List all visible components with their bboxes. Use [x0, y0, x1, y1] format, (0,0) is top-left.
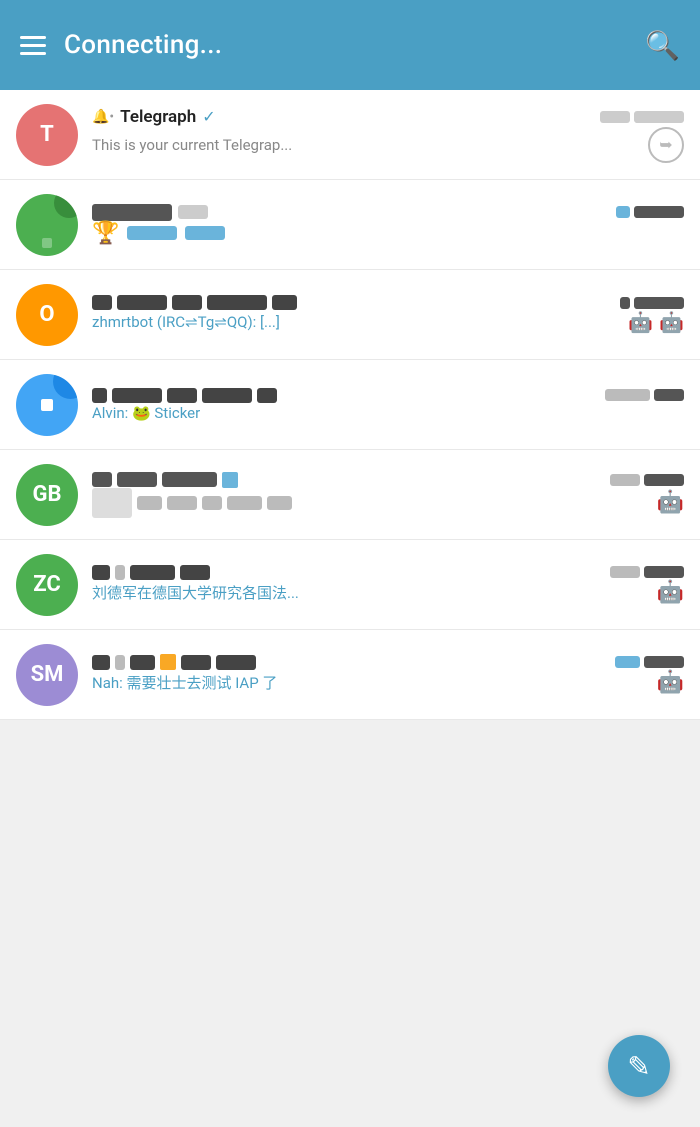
- header-left: Connecting...: [20, 30, 222, 60]
- compose-icon: ✎: [627, 1050, 650, 1083]
- chat-content-4: Alvin: 🐸 Sticker: [92, 388, 684, 422]
- forward-button[interactable]: ➥: [648, 127, 684, 163]
- blur-7e: [216, 655, 256, 670]
- chat-name-blurred-2b: [178, 205, 208, 219]
- compose-fab[interactable]: ✎: [608, 1035, 670, 1097]
- chat-item-2[interactable]: 🏆: [0, 180, 700, 270]
- avatar-3: O: [16, 284, 78, 346]
- blur-6a: [92, 565, 110, 580]
- chat-preview-7: Nah: 需要壮士去测试 IAP 了: [92, 672, 277, 693]
- blur-4b: [112, 388, 162, 403]
- avatar-4: [16, 374, 78, 436]
- avatar-6: ZC: [16, 554, 78, 616]
- blur-7c: [130, 655, 155, 670]
- chat-item-4[interactable]: Alvin: 🐸 Sticker: [0, 360, 700, 450]
- blur-4e: [257, 388, 277, 403]
- chat-content-2: 🏆: [92, 204, 684, 246]
- blur-5a: [92, 472, 112, 487]
- avatar-5: GB: [16, 464, 78, 526]
- blur-5e: [137, 496, 162, 510]
- chat-item-6[interactable]: ZC 刘德军在德: [0, 540, 700, 630]
- bot-icon-6: 🤖: [657, 580, 684, 605]
- muted-icon: 🔔•: [92, 109, 114, 125]
- chat-meta-3: [620, 297, 684, 309]
- chat-content-7: Nah: 需要壮士去测试 IAP 了 🤖: [92, 654, 684, 695]
- chat-content-telegraph: 🔔• Telegraph ✓ This is your current Tele…: [92, 107, 684, 163]
- blur-3d: [207, 295, 267, 310]
- blur-5d: [222, 472, 238, 488]
- chat-preview-telegraph: This is your current Telegrap...: [92, 136, 292, 154]
- blur-4c: [167, 388, 197, 403]
- chat-meta-4: [605, 389, 684, 401]
- blur-4d: [202, 388, 252, 403]
- blur-6c: [130, 565, 175, 580]
- flag-icon-7: [160, 654, 176, 670]
- blur-7b: [115, 655, 125, 670]
- blur-5i: [267, 496, 292, 510]
- chat-item-3[interactable]: O: [0, 270, 700, 360]
- avatar-4-inner: [41, 399, 53, 411]
- chat-preview-6: 刘德军在德国大学研究各国法...: [92, 582, 299, 603]
- avatar-7: SM: [16, 644, 78, 706]
- chat-name-blurred-2: [92, 204, 172, 221]
- blur-3a: [92, 295, 112, 310]
- bot-icon-7: 🤖: [657, 670, 684, 695]
- bot-icon-3: 🤖: [628, 310, 653, 334]
- blur-3b: [117, 295, 167, 310]
- blur-7d: [181, 655, 211, 670]
- blur-6d: [180, 565, 210, 580]
- preview-blur-2a: [127, 226, 177, 240]
- blur-6b: [115, 565, 125, 580]
- preview-thumb-5: [92, 488, 132, 518]
- chat-content-6: 刘德军在德国大学研究各国法... 🤖: [92, 565, 684, 605]
- blur-5g: [202, 496, 222, 510]
- chat-meta-telegraph: [600, 111, 684, 123]
- menu-button[interactable]: [20, 36, 46, 55]
- blur-3e: [272, 295, 297, 310]
- search-button[interactable]: 🔍: [645, 29, 680, 62]
- emoji-preview-2: 🏆: [92, 221, 119, 246]
- chat-meta-5: [610, 474, 684, 486]
- chat-content-3: zhmrtbot (IRC⇌Tg⇌QQ): [...] 🤖 🤖: [92, 295, 684, 334]
- blur-7a: [92, 655, 110, 670]
- blur-3c: [172, 295, 202, 310]
- chat-meta-2: [616, 206, 684, 218]
- chat-meta-6: [610, 566, 684, 578]
- chat-preview-4: Alvin: 🐸 Sticker: [92, 404, 200, 422]
- chat-item-5[interactable]: GB: [0, 450, 700, 540]
- bot-icon-5: 🤖: [657, 490, 684, 515]
- verified-badge: ✓: [202, 107, 215, 126]
- header-title: Connecting...: [64, 30, 222, 60]
- blur-4a: [92, 388, 107, 403]
- avatar-2: [16, 194, 78, 256]
- blur-5h: [227, 496, 262, 510]
- blur-5f: [167, 496, 197, 510]
- preview-blur-2b: [185, 226, 225, 240]
- chat-preview-3: zhmrtbot (IRC⇌Tg⇌QQ): [...]: [92, 313, 280, 331]
- chat-item-telegraph[interactable]: T 🔔• Telegraph ✓ This is your current Te…: [0, 90, 700, 180]
- blur-5c: [162, 472, 217, 487]
- blur-5b: [117, 472, 157, 487]
- chat-list: T 🔔• Telegraph ✓ This is your current Te…: [0, 90, 700, 720]
- chat-name-telegraph: Telegraph: [120, 107, 196, 127]
- avatar-telegraph: T: [16, 104, 78, 166]
- chat-meta-7: [615, 656, 684, 668]
- bot-icon-3b: 🤖: [659, 310, 684, 334]
- app-header: Connecting... 🔍: [0, 0, 700, 90]
- chat-item-7[interactable]: SM: [0, 630, 700, 720]
- chat-content-5: 🤖: [92, 472, 684, 518]
